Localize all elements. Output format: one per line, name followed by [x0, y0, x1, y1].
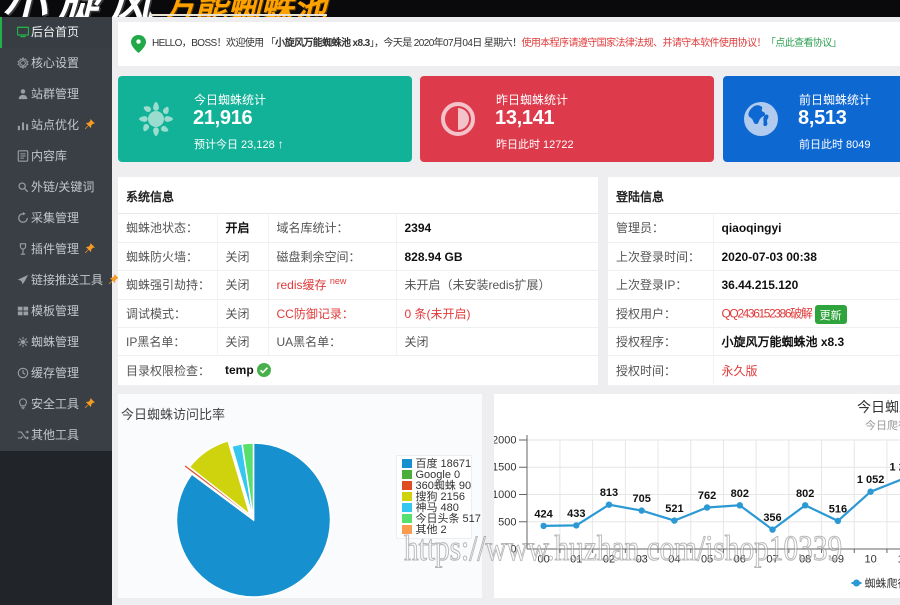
svg-text:1500: 1500 [494, 462, 517, 474]
svg-text:今日爬行走势: 今日爬行走势 [865, 418, 900, 432]
svg-text:2000: 2000 [494, 435, 517, 447]
svg-text:521: 521 [665, 503, 683, 515]
svg-text:705: 705 [633, 493, 651, 505]
svg-text:356: 356 [763, 512, 781, 524]
svg-text:今日蜘蛛统计: 今日蜘蛛统计 [857, 399, 900, 415]
svg-text:813: 813 [600, 487, 618, 499]
svg-text:1000: 1000 [494, 489, 517, 501]
svg-text:424: 424 [534, 508, 553, 520]
svg-text:516: 516 [829, 503, 847, 515]
svg-text:1 052: 1 052 [857, 474, 885, 486]
svg-text:蜘蛛爬行走势: 蜘蛛爬行走势 [865, 576, 900, 590]
svg-text:1 288: 1 288 [890, 461, 900, 473]
svg-text:762: 762 [698, 490, 716, 502]
svg-text:802: 802 [796, 488, 814, 500]
svg-text:10: 10 [864, 554, 876, 566]
svg-text:802: 802 [731, 488, 749, 500]
svg-text:433: 433 [567, 508, 585, 520]
